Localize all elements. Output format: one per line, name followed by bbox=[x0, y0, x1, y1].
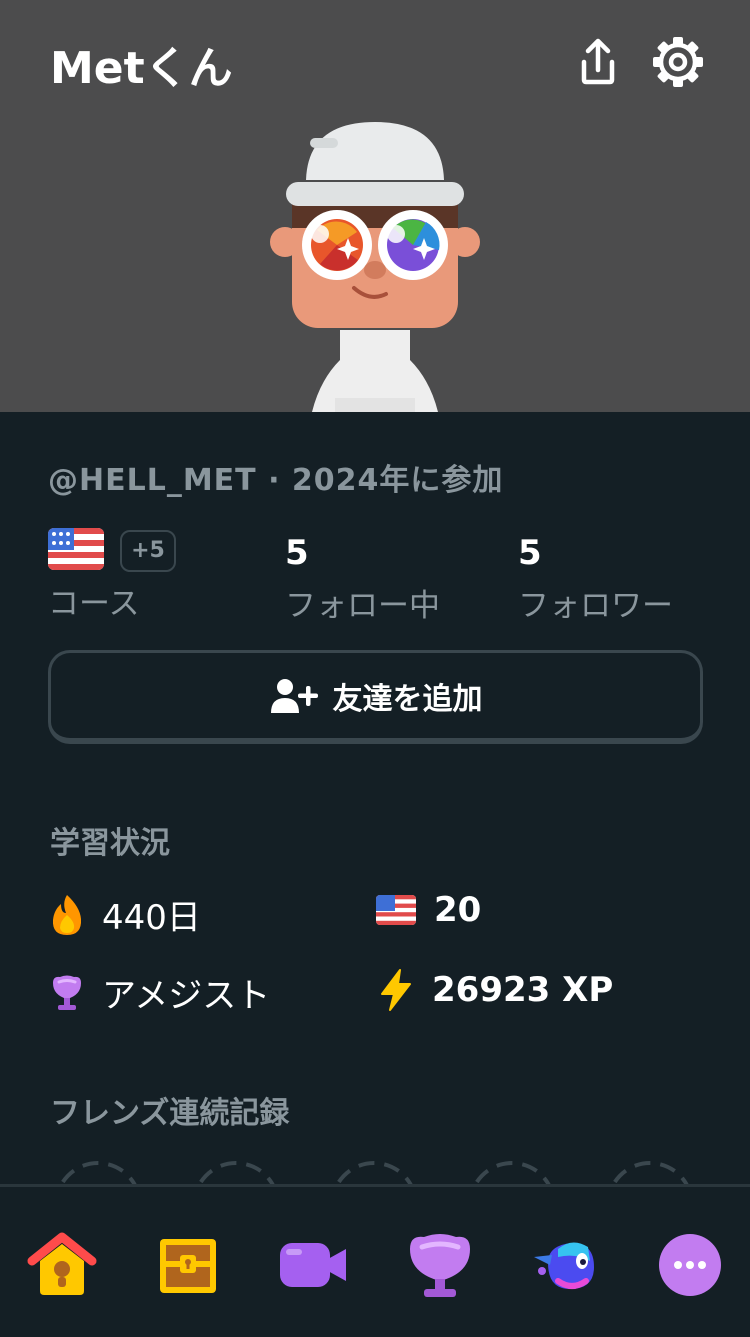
league-stat: アメジスト bbox=[50, 968, 270, 1017]
profile-header: Metくん bbox=[0, 0, 750, 412]
league-name: アメジスト bbox=[102, 976, 271, 1016]
nav-more[interactable] bbox=[654, 1227, 730, 1303]
bird-icon bbox=[534, 1242, 594, 1289]
nav-chest[interactable] bbox=[150, 1227, 226, 1303]
home-icon bbox=[27, 1232, 97, 1295]
handle-join-date: @HELL_MET · 2024年に参加 bbox=[48, 463, 504, 498]
course-count-stat: 20 bbox=[376, 890, 481, 930]
league-icon bbox=[410, 1234, 470, 1297]
avatar bbox=[270, 122, 480, 412]
us-flag-icon bbox=[376, 895, 416, 925]
following-stat[interactable]: 5 フォロー中 bbox=[285, 528, 440, 625]
share-button[interactable] bbox=[570, 34, 626, 90]
nav-home[interactable] bbox=[24, 1227, 100, 1303]
followers-count: 5 bbox=[518, 533, 542, 573]
xp-total: 26923 XP bbox=[432, 970, 614, 1010]
followers-label: フォロワー bbox=[518, 588, 673, 624]
streak-stat: 440日 bbox=[50, 890, 201, 939]
following-count: 5 bbox=[285, 533, 309, 573]
nav-video[interactable] bbox=[276, 1227, 352, 1303]
friend-streak-section-title: フレンズ連続記録 bbox=[50, 1096, 290, 1131]
bottom-navigation bbox=[0, 1184, 750, 1337]
followers-stat[interactable]: 5 フォロワー bbox=[518, 528, 673, 625]
chest-icon bbox=[160, 1239, 216, 1293]
nav-leaderboard[interactable] bbox=[402, 1227, 478, 1303]
add-user-icon bbox=[270, 678, 318, 713]
courses-label: コース bbox=[48, 586, 140, 622]
amethyst-trophy-icon bbox=[53, 975, 81, 1010]
more-icon bbox=[659, 1234, 721, 1296]
xp-stat: 26923 XP bbox=[378, 968, 613, 1012]
more-courses-badge[interactable]: +5 bbox=[120, 530, 176, 572]
us-flag-icon bbox=[48, 528, 104, 570]
gear-icon bbox=[653, 37, 703, 87]
lightning-icon bbox=[381, 969, 411, 1011]
add-friend-button[interactable]: 友達を追加 bbox=[48, 650, 703, 744]
add-friend-label: 友達を追加 bbox=[332, 681, 483, 717]
nav-character[interactable] bbox=[528, 1227, 604, 1303]
streak-days: 440日 bbox=[102, 898, 201, 938]
settings-button[interactable] bbox=[650, 34, 706, 90]
fire-icon bbox=[52, 894, 82, 935]
page-title: Metくん bbox=[50, 43, 233, 94]
following-label: フォロー中 bbox=[285, 588, 440, 624]
share-icon bbox=[581, 38, 615, 85]
progress-section-title: 学習状況 bbox=[50, 826, 170, 861]
course-count: 20 bbox=[434, 890, 482, 930]
video-call-icon bbox=[280, 1243, 346, 1287]
